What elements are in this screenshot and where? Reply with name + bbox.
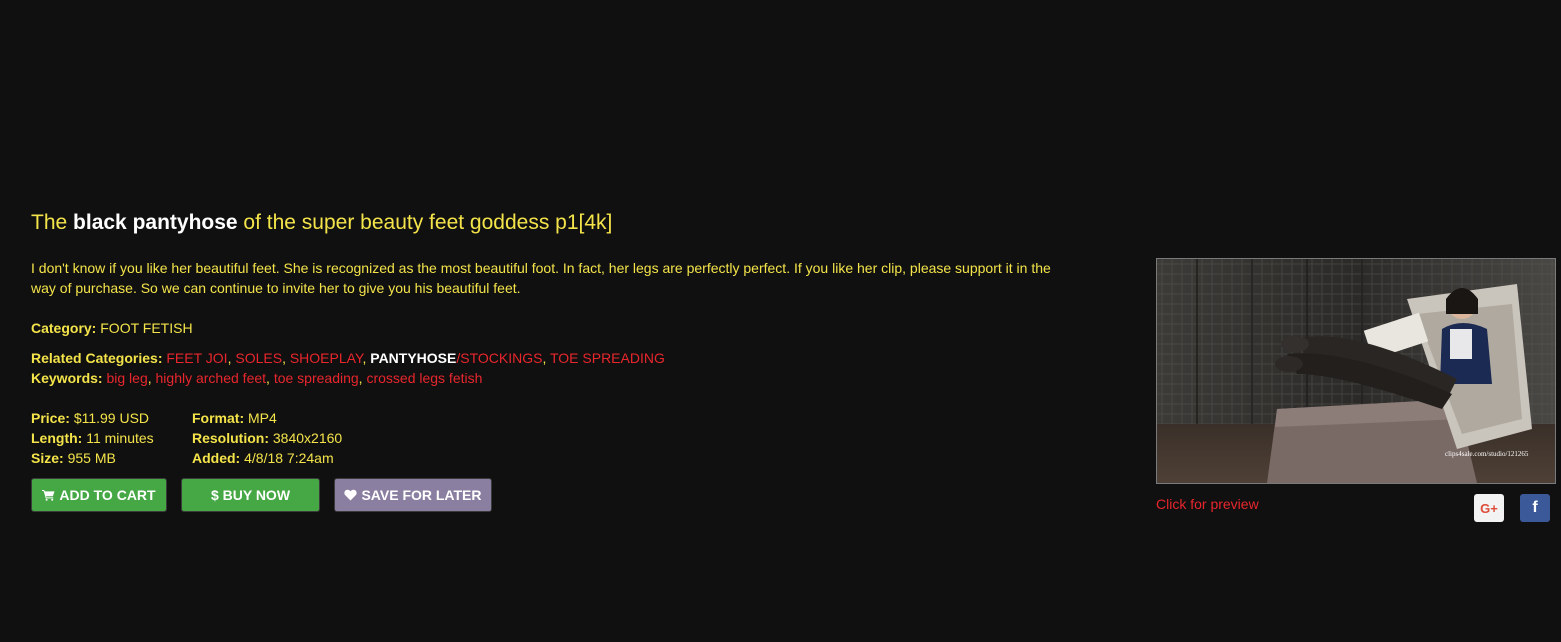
- product-page: The black pantyhose of the super beauty …: [0, 0, 1561, 642]
- price-row: Price: $11.99 USD: [31, 408, 192, 428]
- category-row: Category: FOOT FETISH: [31, 318, 1051, 338]
- related-category-link[interactable]: PANTYHOSE: [370, 350, 456, 366]
- format-row: Format: MP4: [192, 408, 342, 428]
- google-plus-icon[interactable]: G+: [1474, 494, 1504, 522]
- format-label: Format:: [192, 410, 245, 426]
- buy-now-label: $ BUY NOW: [210, 487, 291, 503]
- resolution-label: Resolution:: [192, 430, 269, 446]
- keyword-link[interactable]: big leg: [106, 370, 147, 386]
- details-column-1: Price: $11.99 USD Length: 11 minutes Siz…: [31, 408, 192, 468]
- category-value[interactable]: FOOT FETISH: [100, 320, 192, 336]
- related-category-link[interactable]: /STOCKINGS: [456, 350, 542, 366]
- add-to-cart-label: ADD TO CART: [59, 487, 156, 503]
- google-plus-label: G+: [1480, 500, 1498, 516]
- size-row: Size: 955 MB: [31, 448, 192, 468]
- related-category-link[interactable]: SHOEPLAY: [290, 350, 363, 366]
- buy-now-button[interactable]: $ BUY NOW: [181, 478, 320, 512]
- related-categories-row: Related Categories: FEET JOI, SOLES, SHO…: [31, 348, 1051, 368]
- added-row: Added: 4/8/18 7:24am: [192, 448, 342, 468]
- related-category-link[interactable]: FEET JOI: [166, 350, 227, 366]
- preview-thumbnail[interactable]: clips4sale.com/studio/121265: [1156, 258, 1556, 484]
- separator: ,: [282, 350, 290, 366]
- keyword-link[interactable]: toe spreading: [274, 370, 359, 386]
- preview-panel: clips4sale.com/studio/121265 Click for p…: [1156, 258, 1556, 524]
- add-to-cart-button[interactable]: ADD TO CART: [31, 478, 167, 512]
- related-category-link[interactable]: TOE SPREADING: [550, 350, 665, 366]
- click-for-preview-link[interactable]: Click for preview: [1156, 496, 1259, 512]
- details-column-2: Format: MP4 Resolution: 3840x2160 Added:…: [192, 408, 342, 468]
- heart-icon: [344, 489, 358, 501]
- title-highlight: black pantyhose: [73, 211, 238, 234]
- title-suffix: of the super beauty feet goddess p1[4k]: [237, 211, 613, 234]
- price-label: Price:: [31, 410, 70, 426]
- added-value: 4/8/18 7:24am: [244, 450, 334, 466]
- action-buttons: ADD TO CART $ BUY NOW SAVE FOR LATER: [31, 478, 1051, 512]
- price-value: $11.99 USD: [73, 410, 150, 426]
- title-prefix: The: [31, 211, 74, 234]
- keywords-row: Keywords: big leg, highly arched feet, t…: [31, 368, 1051, 388]
- length-row: Length: 11 minutes: [31, 428, 192, 448]
- separator: ,: [147, 370, 156, 386]
- shopping-cart-icon: [42, 489, 55, 501]
- product-info: The black pantyhose of the super beauty …: [31, 208, 1051, 512]
- added-label: Added:: [192, 450, 241, 466]
- keyword-link[interactable]: crossed legs fetish: [366, 370, 482, 386]
- facebook-icon[interactable]: f: [1520, 494, 1550, 522]
- size-label: Size:: [31, 450, 64, 466]
- separator: ,: [266, 370, 274, 386]
- resolution-value: 3840x2160: [272, 430, 343, 446]
- related-categories-label: Related Categories:: [31, 350, 163, 366]
- length-value: 11 minutes: [86, 430, 154, 446]
- keyword-link[interactable]: highly arched feet: [156, 370, 267, 386]
- product-description: I don't know if you like her beautiful f…: [31, 260, 1051, 296]
- keywords-label: Keywords:: [31, 370, 103, 386]
- category-label: Category:: [31, 320, 97, 336]
- length-label: Length:: [31, 430, 83, 446]
- preview-watermark: clips4sale.com/studio/121265: [1445, 450, 1529, 458]
- product-title: The black pantyhose of the super beauty …: [31, 208, 1051, 238]
- related-category-link[interactable]: SOLES: [235, 350, 282, 366]
- facebook-label: f: [1532, 499, 1538, 516]
- size-value: 955 MB: [67, 450, 116, 466]
- product-details: Price: $11.99 USD Length: 11 minutes Siz…: [31, 408, 1051, 468]
- format-value: MP4: [248, 410, 277, 426]
- save-for-later-label: SAVE FOR LATER: [361, 487, 482, 503]
- separator: ,: [542, 350, 550, 366]
- resolution-row: Resolution: 3840x2160: [192, 428, 342, 448]
- save-for-later-button[interactable]: SAVE FOR LATER: [334, 478, 492, 512]
- preview-footer: Click for preview G+ f: [1156, 484, 1556, 524]
